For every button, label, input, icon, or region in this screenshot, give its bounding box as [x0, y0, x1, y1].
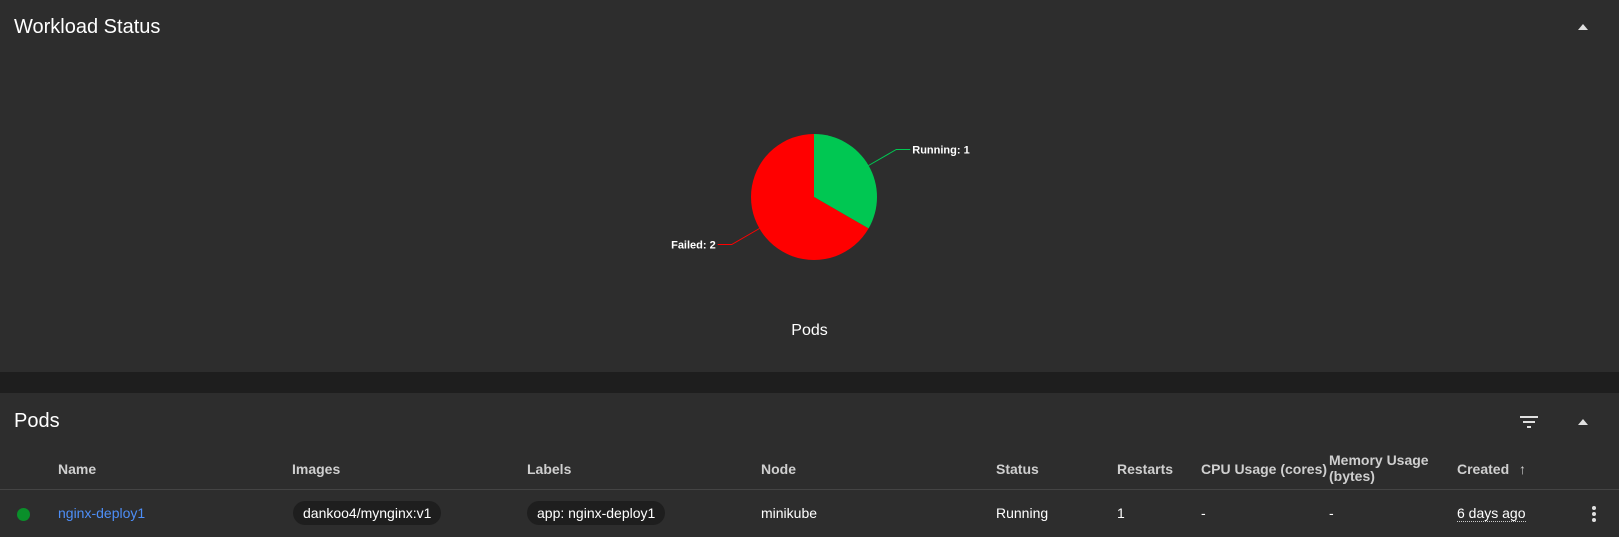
column-header-name[interactable]: Name	[58, 461, 96, 477]
column-header-restarts: Restarts	[1117, 461, 1174, 477]
restarts-value: 1	[1117, 505, 1125, 521]
column-header-node: Node	[761, 461, 796, 477]
status-value: Running	[996, 505, 1049, 521]
column-header-memory-line1: Memory Usage	[1329, 452, 1429, 468]
node-value: minikube	[761, 505, 818, 521]
created-text: 6 days ago	[1457, 505, 1526, 522]
pod-name-link[interactable]: nginx-deploy1	[58, 505, 145, 521]
filter-icon	[1520, 416, 1538, 428]
collapse-pods-button[interactable]	[1571, 410, 1595, 434]
column-header-memory: Memory Usage (bytes)	[1329, 452, 1429, 484]
column-header-images: Images	[292, 461, 341, 477]
column-header-memory-line2: (bytes)	[1329, 468, 1375, 484]
image-chip: dankoo4/mynginx:v1	[293, 501, 442, 525]
column-header-created[interactable]: Created ↑	[1457, 461, 1526, 477]
cpu-value: -	[1201, 505, 1206, 521]
row-actions-button[interactable]	[1589, 504, 1599, 524]
table-row: nginx-deploy1 dankoo4/mynginx:v1 app: ng…	[0, 490, 1619, 537]
leader-line-running	[868, 149, 911, 166]
column-header-status: Status	[996, 461, 1039, 477]
created-value: 6 days ago	[1457, 505, 1526, 522]
pie-label-failed: Failed: 2	[671, 240, 716, 252]
filter-button[interactable]	[1517, 410, 1541, 434]
memory-value: -	[1329, 505, 1334, 521]
workload-status-card: Workload Status Running: 1 Failed: 2 Pods	[0, 0, 1619, 372]
chart-title: Pods	[791, 322, 828, 339]
table-header: Name Images Labels Node Status Restarts …	[0, 447, 1619, 490]
status-running-icon	[17, 508, 30, 521]
chevron-up-icon	[1578, 419, 1588, 425]
leader-line-failed	[717, 228, 760, 245]
column-header-labels: Labels	[527, 461, 572, 477]
sort-arrow-up-icon: ↑	[1519, 461, 1527, 477]
column-header-created-label: Created	[1457, 461, 1510, 477]
pods-title: Pods	[14, 410, 60, 432]
pie-label-running: Running: 1	[912, 145, 969, 157]
label-chip: app: nginx-deploy1	[527, 501, 666, 525]
column-header-cpu: CPU Usage (cores)	[1201, 461, 1328, 477]
pods-pie-chart: Running: 1 Failed: 2	[671, 134, 970, 261]
